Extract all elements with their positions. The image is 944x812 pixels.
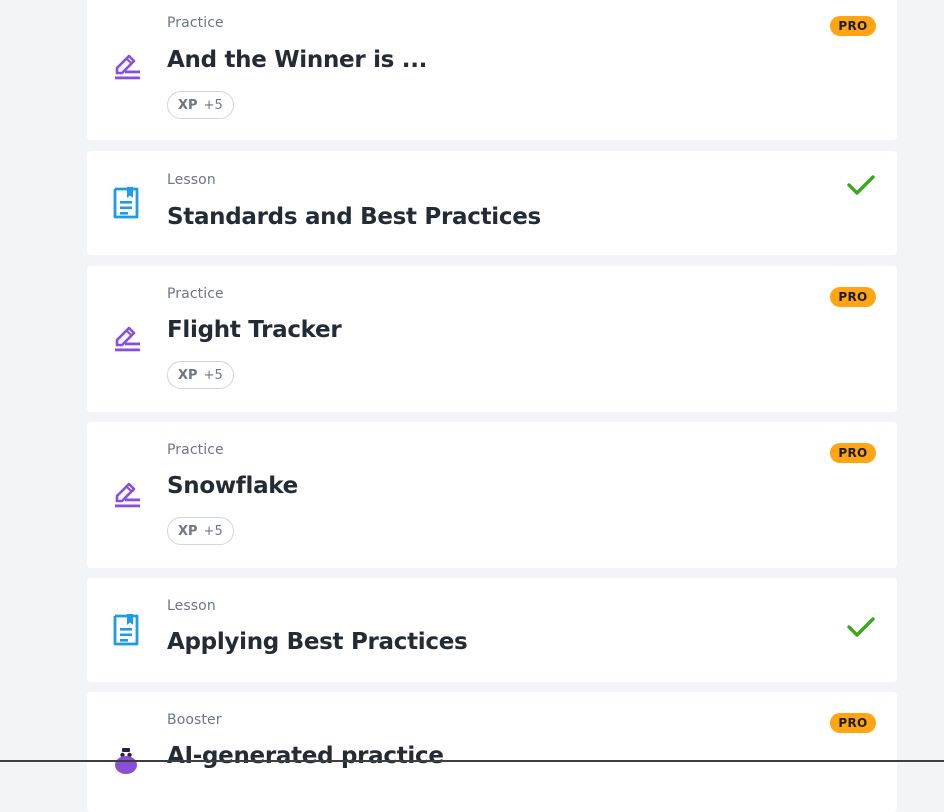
xp-badge: XP +5	[167, 361, 234, 389]
list-item-practice-snowflake[interactable]: Practice Snowflake XP +5 PRO	[87, 422, 897, 568]
item-type-label: Lesson	[167, 598, 216, 614]
xp-badge: XP +5	[167, 91, 234, 119]
xp-value: +5	[203, 523, 223, 539]
item-type-label: Booster	[167, 712, 222, 728]
xp-value: +5	[203, 367, 223, 383]
lesson-document-icon	[111, 613, 141, 647]
xp-label: XP	[178, 97, 198, 113]
xp-value: +5	[203, 97, 223, 113]
pro-badge: PRO	[830, 287, 876, 307]
item-title[interactable]: Applying Best Practices	[167, 629, 468, 655]
pro-badge: PRO	[830, 16, 876, 36]
item-type-label: Practice	[167, 15, 224, 31]
pro-badge: PRO	[830, 443, 876, 463]
list-item-practice-winner[interactable]: Practice And the Winner is ... XP +5 PRO	[87, 0, 897, 140]
list-item-booster-ai-practice[interactable]: Booster AI-generated practice PRO	[87, 692, 897, 812]
item-title[interactable]: AI-generated practice	[167, 743, 444, 769]
check-icon	[847, 617, 875, 637]
item-title[interactable]: Snowflake	[167, 473, 298, 499]
xp-label: XP	[178, 367, 198, 383]
item-title[interactable]: Standards and Best Practices	[167, 204, 541, 230]
item-type-label: Practice	[167, 442, 224, 458]
pencil-icon	[111, 477, 141, 511]
check-icon	[847, 175, 875, 195]
xp-badge: XP +5	[167, 517, 234, 545]
list-item-lesson-applying[interactable]: Lesson Applying Best Practices	[87, 578, 897, 682]
pencil-icon	[111, 49, 141, 83]
item-title[interactable]: Flight Tracker	[167, 317, 342, 343]
xp-label: XP	[178, 523, 198, 539]
list-item-practice-flight-tracker[interactable]: Practice Flight Tracker XP +5 PRO	[87, 266, 897, 412]
pencil-icon	[111, 321, 141, 355]
item-type-label: Practice	[167, 286, 224, 302]
pro-badge: PRO	[830, 713, 876, 733]
list-item-lesson-standards[interactable]: Lesson Standards and Best Practices	[87, 151, 897, 255]
lesson-document-icon	[111, 186, 141, 220]
item-type-label: Lesson	[167, 172, 216, 188]
item-title[interactable]: And the Winner is ...	[167, 47, 427, 73]
